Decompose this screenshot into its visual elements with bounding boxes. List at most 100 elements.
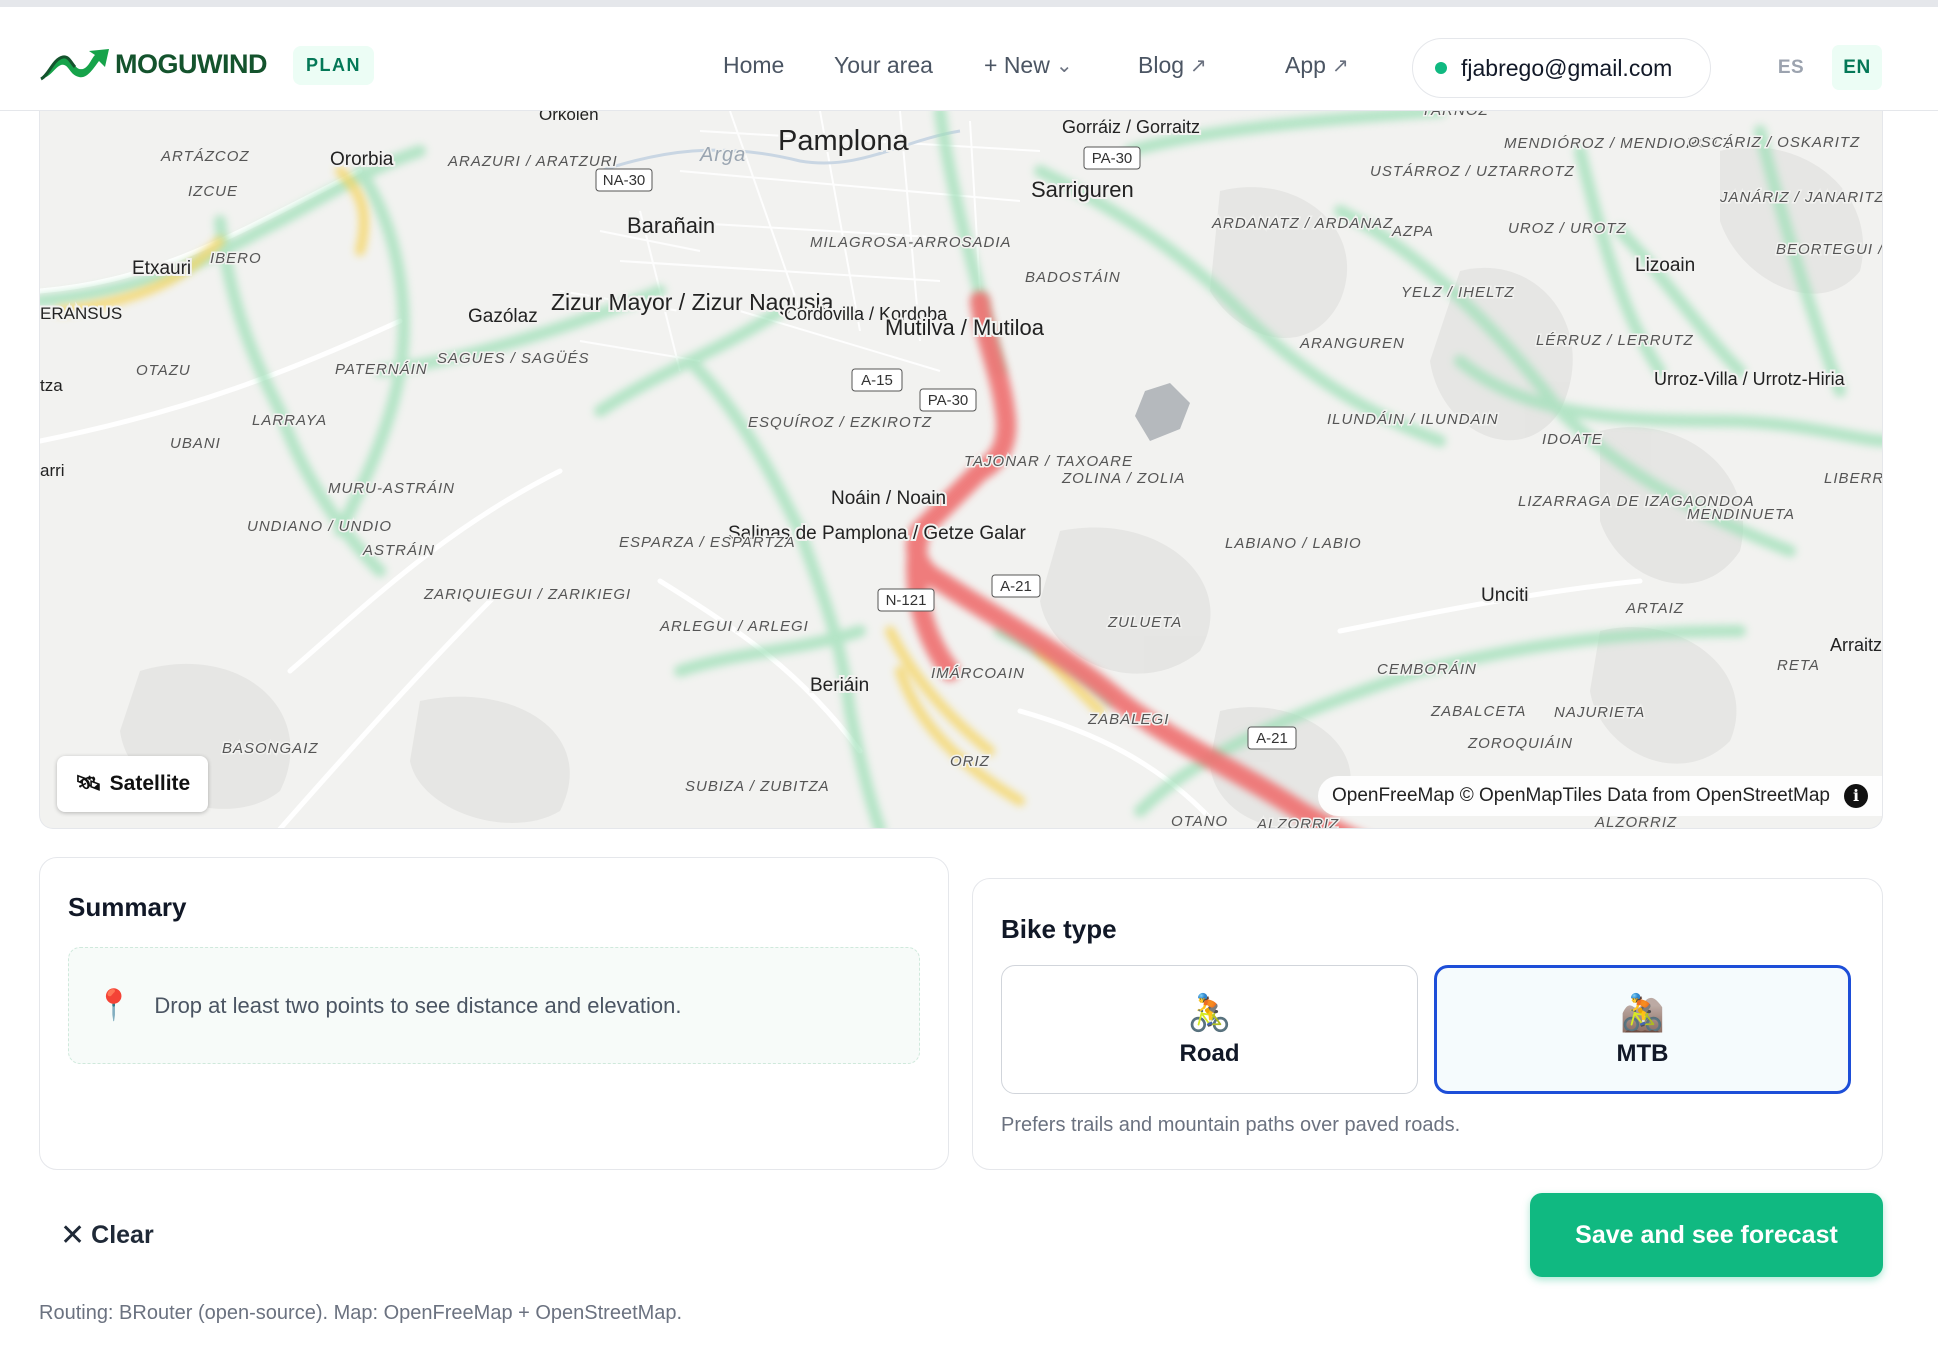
place-label: AZPA (1391, 223, 1434, 240)
place-label: ALZORRIZ (1594, 814, 1677, 829)
road-shield-a-15: A-15 (861, 372, 893, 389)
place-label: Urroz-Villa / Urrotz-Hiria (1654, 369, 1846, 389)
place-label: MENDINUETA (1687, 506, 1795, 523)
place-label: Beriáin (810, 675, 869, 696)
bike-option-mtb[interactable]: 🚵 MTB (1434, 965, 1851, 1094)
bike-option-road[interactable]: 🚴 Road (1001, 965, 1418, 1094)
place-label: JANÁRIZ / JANARITZ (1719, 189, 1883, 206)
bike-type-description: Prefers trails and mountain paths over p… (1001, 1114, 1461, 1136)
logo-arrow-icon (40, 49, 109, 81)
info-icon[interactable]: i (1844, 784, 1868, 808)
place-label: ARLEGUI / ARLEGI (659, 618, 809, 635)
place-label: LABIANO / LABIO (1225, 535, 1362, 552)
place-label: Etxauri (132, 258, 191, 279)
place-label: LIBERRI (1824, 470, 1883, 487)
bike-option-label: Road (1179, 1039, 1240, 1067)
nav-your-area[interactable]: Your area (834, 52, 933, 79)
road-shield-pa-30-b: PA-30 (928, 392, 969, 409)
place-label: YARNOZ (1421, 111, 1489, 119)
place-label: ESQUÍROZ / EZKIROTZ (748, 414, 932, 431)
quarry-area (1135, 383, 1190, 441)
place-label: Ororbia (330, 149, 394, 170)
brand-name: MOGUWIND (115, 48, 267, 79)
language-es[interactable]: ES (1766, 45, 1816, 90)
place-label: IMÁRCOAIN (931, 665, 1025, 682)
summary-empty-state: 📍 Drop at least two points to see distan… (68, 947, 920, 1064)
place-label: RETA (1777, 657, 1820, 674)
place-label: ERANSUS (40, 304, 122, 323)
place-label: NAJURIETA (1554, 704, 1645, 721)
satellite-toggle-button[interactable]: 🛰 Satellite (57, 756, 209, 812)
road-shield-a-21: A-21 (1000, 578, 1032, 595)
summary-card: Summary 📍 Drop at least two points to se… (39, 857, 949, 1170)
place-label: Sarriguren (1031, 177, 1134, 202)
place-label: ASTRÁIN (362, 542, 435, 559)
map-pin-icon: 📍 (95, 989, 133, 1022)
place-label: Orkoien (539, 111, 599, 124)
attribution-text[interactable]: OpenFreeMap © OpenMapTiles Data from Ope… (1332, 785, 1830, 807)
nav-blog-label: Blog (1138, 52, 1185, 78)
place-label: Arraitza (1830, 635, 1883, 655)
place-label: ZOROQUIÁIN (1467, 735, 1573, 752)
place-label: IZCUE (188, 183, 238, 200)
bike-type-title: Bike type (1001, 914, 1117, 944)
place-label: ARDANATZ / ARDANAZ (1211, 215, 1393, 232)
clear-button[interactable]: ✕ Clear (60, 1218, 154, 1253)
place-label: ARAZURI / ARATZURI (447, 153, 618, 170)
summary-empty-message: Drop at least two points to see distance… (154, 992, 682, 1018)
place-label: OTANO (1171, 813, 1228, 829)
place-label: OSCÁRIZ / OSKARITZ (1688, 134, 1860, 151)
route-map[interactable]: NA-30 PA-30 A-15 PA-30 A-21 N-121 A-21 P… (39, 111, 1883, 829)
external-link-icon: ↗ (1331, 55, 1349, 77)
road-shield-a-21-b: A-21 (1256, 730, 1288, 747)
place-label: Arga (699, 144, 746, 166)
nav-app[interactable]: App ↗ (1285, 52, 1349, 79)
place-label: LÉRRUZ / LERRUTZ (1536, 332, 1694, 349)
place-label: arri (40, 461, 65, 480)
map-canvas[interactable]: NA-30 PA-30 A-15 PA-30 A-21 N-121 A-21 P… (40, 111, 1883, 829)
satellite-icon: 🛰 (75, 772, 102, 795)
place-label: TAJONAR / TAXOARE (964, 453, 1133, 470)
nav-blog[interactable]: Blog ↗ (1138, 52, 1207, 79)
place-label: BEORTEGUI / BEORTEGI (1776, 241, 1883, 258)
place-label: USTÁRROZ / UZTARROTZ (1370, 163, 1575, 180)
place-label: ZABALCETA (1430, 703, 1526, 720)
place-label: Pamplona (778, 125, 909, 157)
place-label: ZOLINA / ZOLIA (1061, 470, 1185, 487)
mountain-bike-icon: 🚵 (1620, 991, 1665, 1033)
save-and-forecast-button[interactable]: Save and see forecast (1530, 1193, 1883, 1277)
nav-home[interactable]: Home (723, 52, 784, 79)
place-label: IBERO (210, 250, 262, 267)
place-label: LARRAYA (252, 412, 327, 429)
nav-app-label: App (1285, 52, 1326, 78)
place-label: SAGUES / SAGÜÉS (437, 349, 590, 367)
plan-badge: PLAN (293, 46, 374, 85)
language-en[interactable]: EN (1832, 45, 1882, 90)
place-label: ORIZ (950, 753, 990, 770)
place-label: ARANGUREN (1299, 335, 1405, 352)
place-label: ESPARZA / ESPARTZA (619, 534, 796, 551)
summary-title: Summary (68, 892, 187, 922)
place-label: ARTAIZ (1625, 600, 1684, 617)
clear-label: Clear (91, 1221, 154, 1249)
chevron-down-icon: ⌄ (1055, 55, 1073, 77)
bike-option-label: MTB (1616, 1039, 1669, 1067)
bike-type-card: Bike type 🚴 Road 🚵 MTB Prefers trails an… (972, 878, 1883, 1170)
place-label: PATERNÁIN (335, 361, 428, 378)
place-label: MILAGROSA-ARROSADIA (810, 234, 1012, 251)
place-label: ARTÁZCOZ (160, 148, 250, 165)
place-label: SUBIZA / ZUBITZA (685, 778, 830, 795)
place-label: Gazólaz (468, 306, 538, 327)
nav-home-label: Home (723, 52, 785, 78)
satellite-label: Satellite (109, 772, 191, 795)
place-label: UNDIANO / UNDIO (247, 518, 392, 535)
road-bike-icon: 🚴 (1187, 991, 1232, 1033)
place-label: tza (40, 376, 63, 395)
road-shield-n-121: N-121 (886, 592, 927, 609)
credits-note: Routing: BRouter (open-source). Map: Ope… (39, 1302, 683, 1324)
nav-new-dropdown[interactable]: + New ⌄ (984, 52, 1073, 79)
place-label: ZARIQUIEGUI / ZARIKIEGI (423, 586, 631, 603)
place-label: UROZ / UROTZ (1508, 220, 1627, 237)
brand-logo[interactable]: MOGUWIND (39, 45, 267, 83)
user-account-button[interactable]: fjabrego@gmail.com (1412, 38, 1711, 98)
